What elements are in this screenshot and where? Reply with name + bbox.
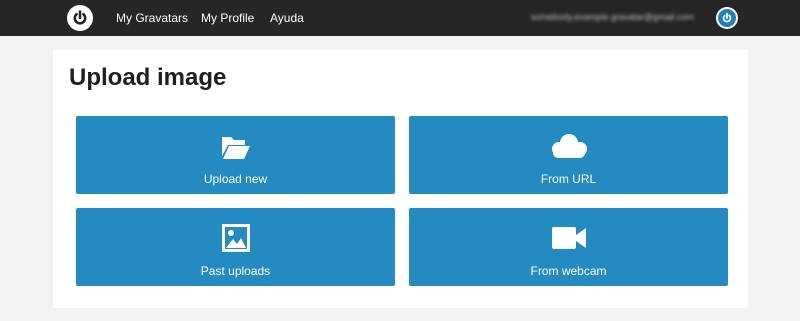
cloud-icon xyxy=(551,134,587,158)
upload-new-button[interactable]: Upload new xyxy=(76,116,395,194)
avatar[interactable] xyxy=(716,7,738,29)
top-navigation-bar: My Gravatars My Profile Ayuda somebody.e… xyxy=(0,0,800,36)
from-url-button[interactable]: From URL xyxy=(409,116,728,194)
video-camera-icon xyxy=(551,227,586,249)
past-uploads-label: Past uploads xyxy=(200,264,271,278)
folder-open-icon xyxy=(221,137,250,159)
page-title: Upload image xyxy=(69,64,227,91)
nav-link-my-gravatars[interactable]: My Gravatars xyxy=(116,11,188,25)
account-email: somebody.example.gravatar@gmail.com xyxy=(531,12,695,22)
past-uploads-button[interactable]: Past uploads xyxy=(76,208,395,286)
from-url-label: From URL xyxy=(540,172,597,186)
from-webcam-button[interactable]: From webcam xyxy=(409,208,728,286)
image-icon xyxy=(221,224,250,252)
nav-link-ayuda[interactable]: Ayuda xyxy=(270,11,304,25)
nav-link-my-profile[interactable]: My Profile xyxy=(201,11,254,25)
upload-new-label: Upload new xyxy=(203,172,268,186)
gravatar-logo-icon[interactable] xyxy=(67,5,93,31)
from-webcam-label: From webcam xyxy=(530,264,607,278)
gravatar-logo-icon xyxy=(718,9,736,27)
